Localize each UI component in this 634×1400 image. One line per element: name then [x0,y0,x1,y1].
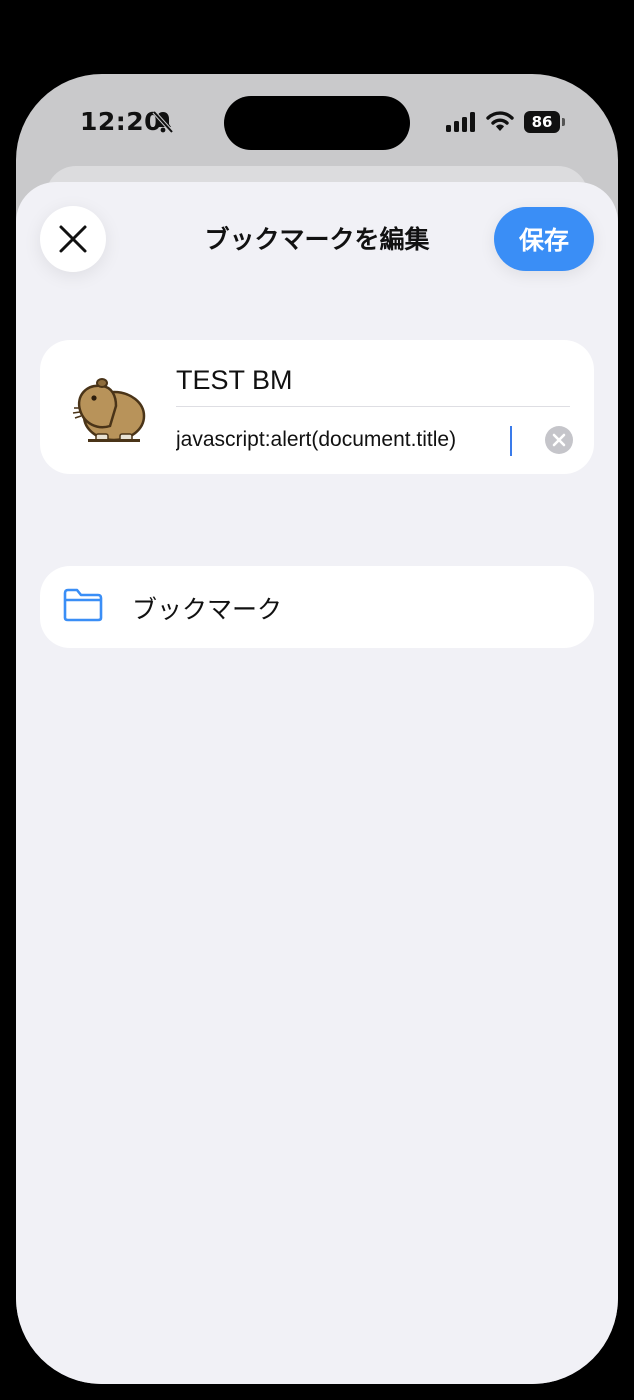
dynamic-island [224,96,410,150]
capybara-icon [72,378,146,442]
folder-icon [63,588,103,622]
text-cursor [510,426,512,456]
clear-icon [552,433,566,447]
status-bar: 12:20 86 [16,74,618,174]
bookmark-title-input[interactable] [176,354,570,407]
close-icon [59,225,87,253]
battery-icon: 86 [524,111,560,133]
phone-frame: 12:20 86 ブックマークを編集 保存 TEST BM javascript… [16,74,618,1384]
folder-location-row[interactable]: ブックマーク [40,566,594,648]
bookmark-edit-card [40,340,594,474]
save-button[interactable]: 保存 [494,207,594,271]
close-button[interactable] [40,206,106,272]
signal-icon [446,112,475,132]
clear-url-button[interactable] [545,426,573,454]
status-time: 12:20 [80,107,163,136]
wifi-icon [486,111,514,131]
folder-name: ブックマーク [132,595,283,624]
edit-bookmark-sheet: ブックマークを編集 保存 場所 [16,182,618,1384]
bookmark-url-input[interactable] [176,418,516,462]
battery-tip [562,118,565,126]
page-title: ブックマークを編集 [204,225,430,254]
bell-off-icon [152,110,174,134]
